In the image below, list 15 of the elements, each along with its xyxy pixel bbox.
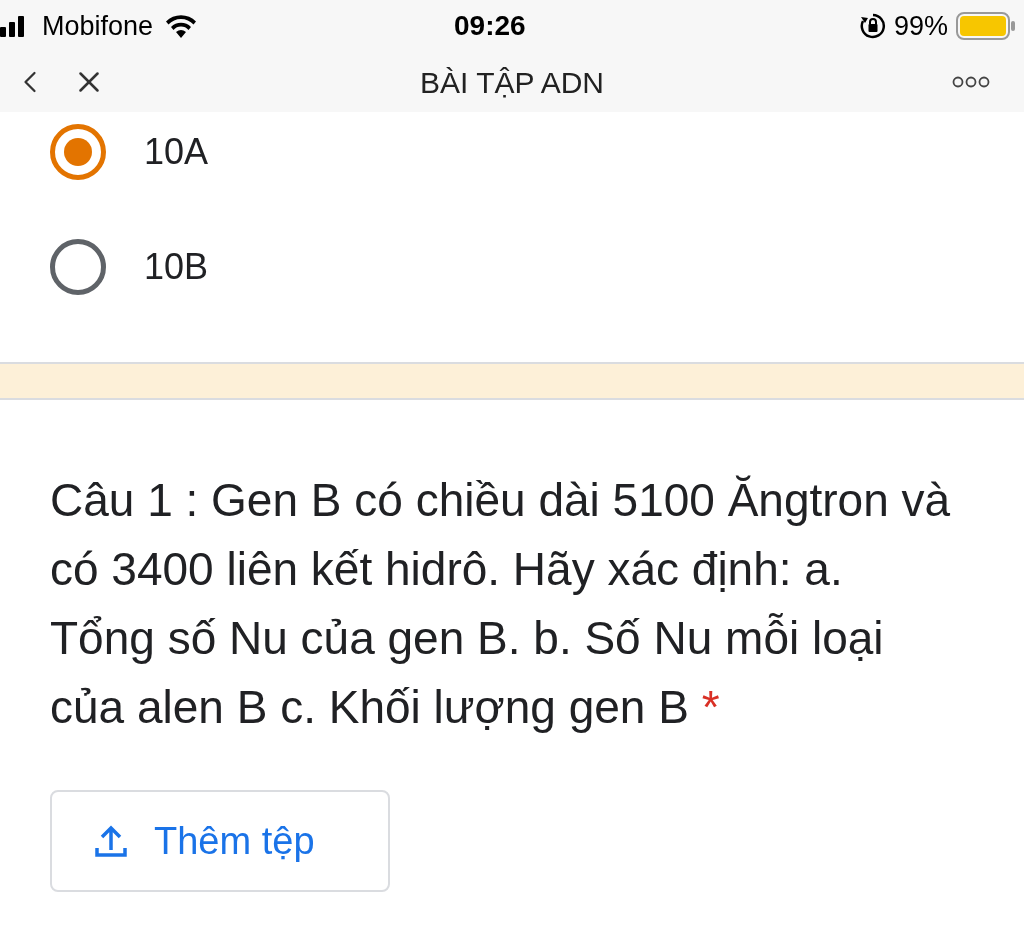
battery-percent: 99% bbox=[893, 9, 948, 43]
radio-button[interactable] bbox=[50, 123, 106, 180]
option-label: 10B bbox=[144, 244, 209, 289]
battery-icon bbox=[956, 12, 1016, 40]
wifi-icon bbox=[165, 14, 198, 38]
question-text: Câu 1 : Gen B có chiều dài 5100 Ăngtron và có 3400 liên kết hidrô. Hãy xác định: a. Tổng số Nu của gen B. b. Số Nu mỗi loại của alen B c. Khối lượng gen B * bbox=[50, 473, 952, 735]
carrier-name: Mobifone bbox=[42, 9, 154, 43]
radio-button[interactable] bbox=[50, 238, 106, 295]
page-title: BÀI TẬP ADN bbox=[420, 64, 604, 101]
upload-button[interactable]: Thêm tệp bbox=[50, 790, 390, 892]
more-icon[interactable] bbox=[952, 76, 990, 88]
upload-icon bbox=[94, 824, 128, 858]
status-time: 09:26 bbox=[454, 9, 526, 43]
option-label: 10A bbox=[144, 129, 209, 174]
rotation-lock-icon bbox=[859, 13, 886, 39]
